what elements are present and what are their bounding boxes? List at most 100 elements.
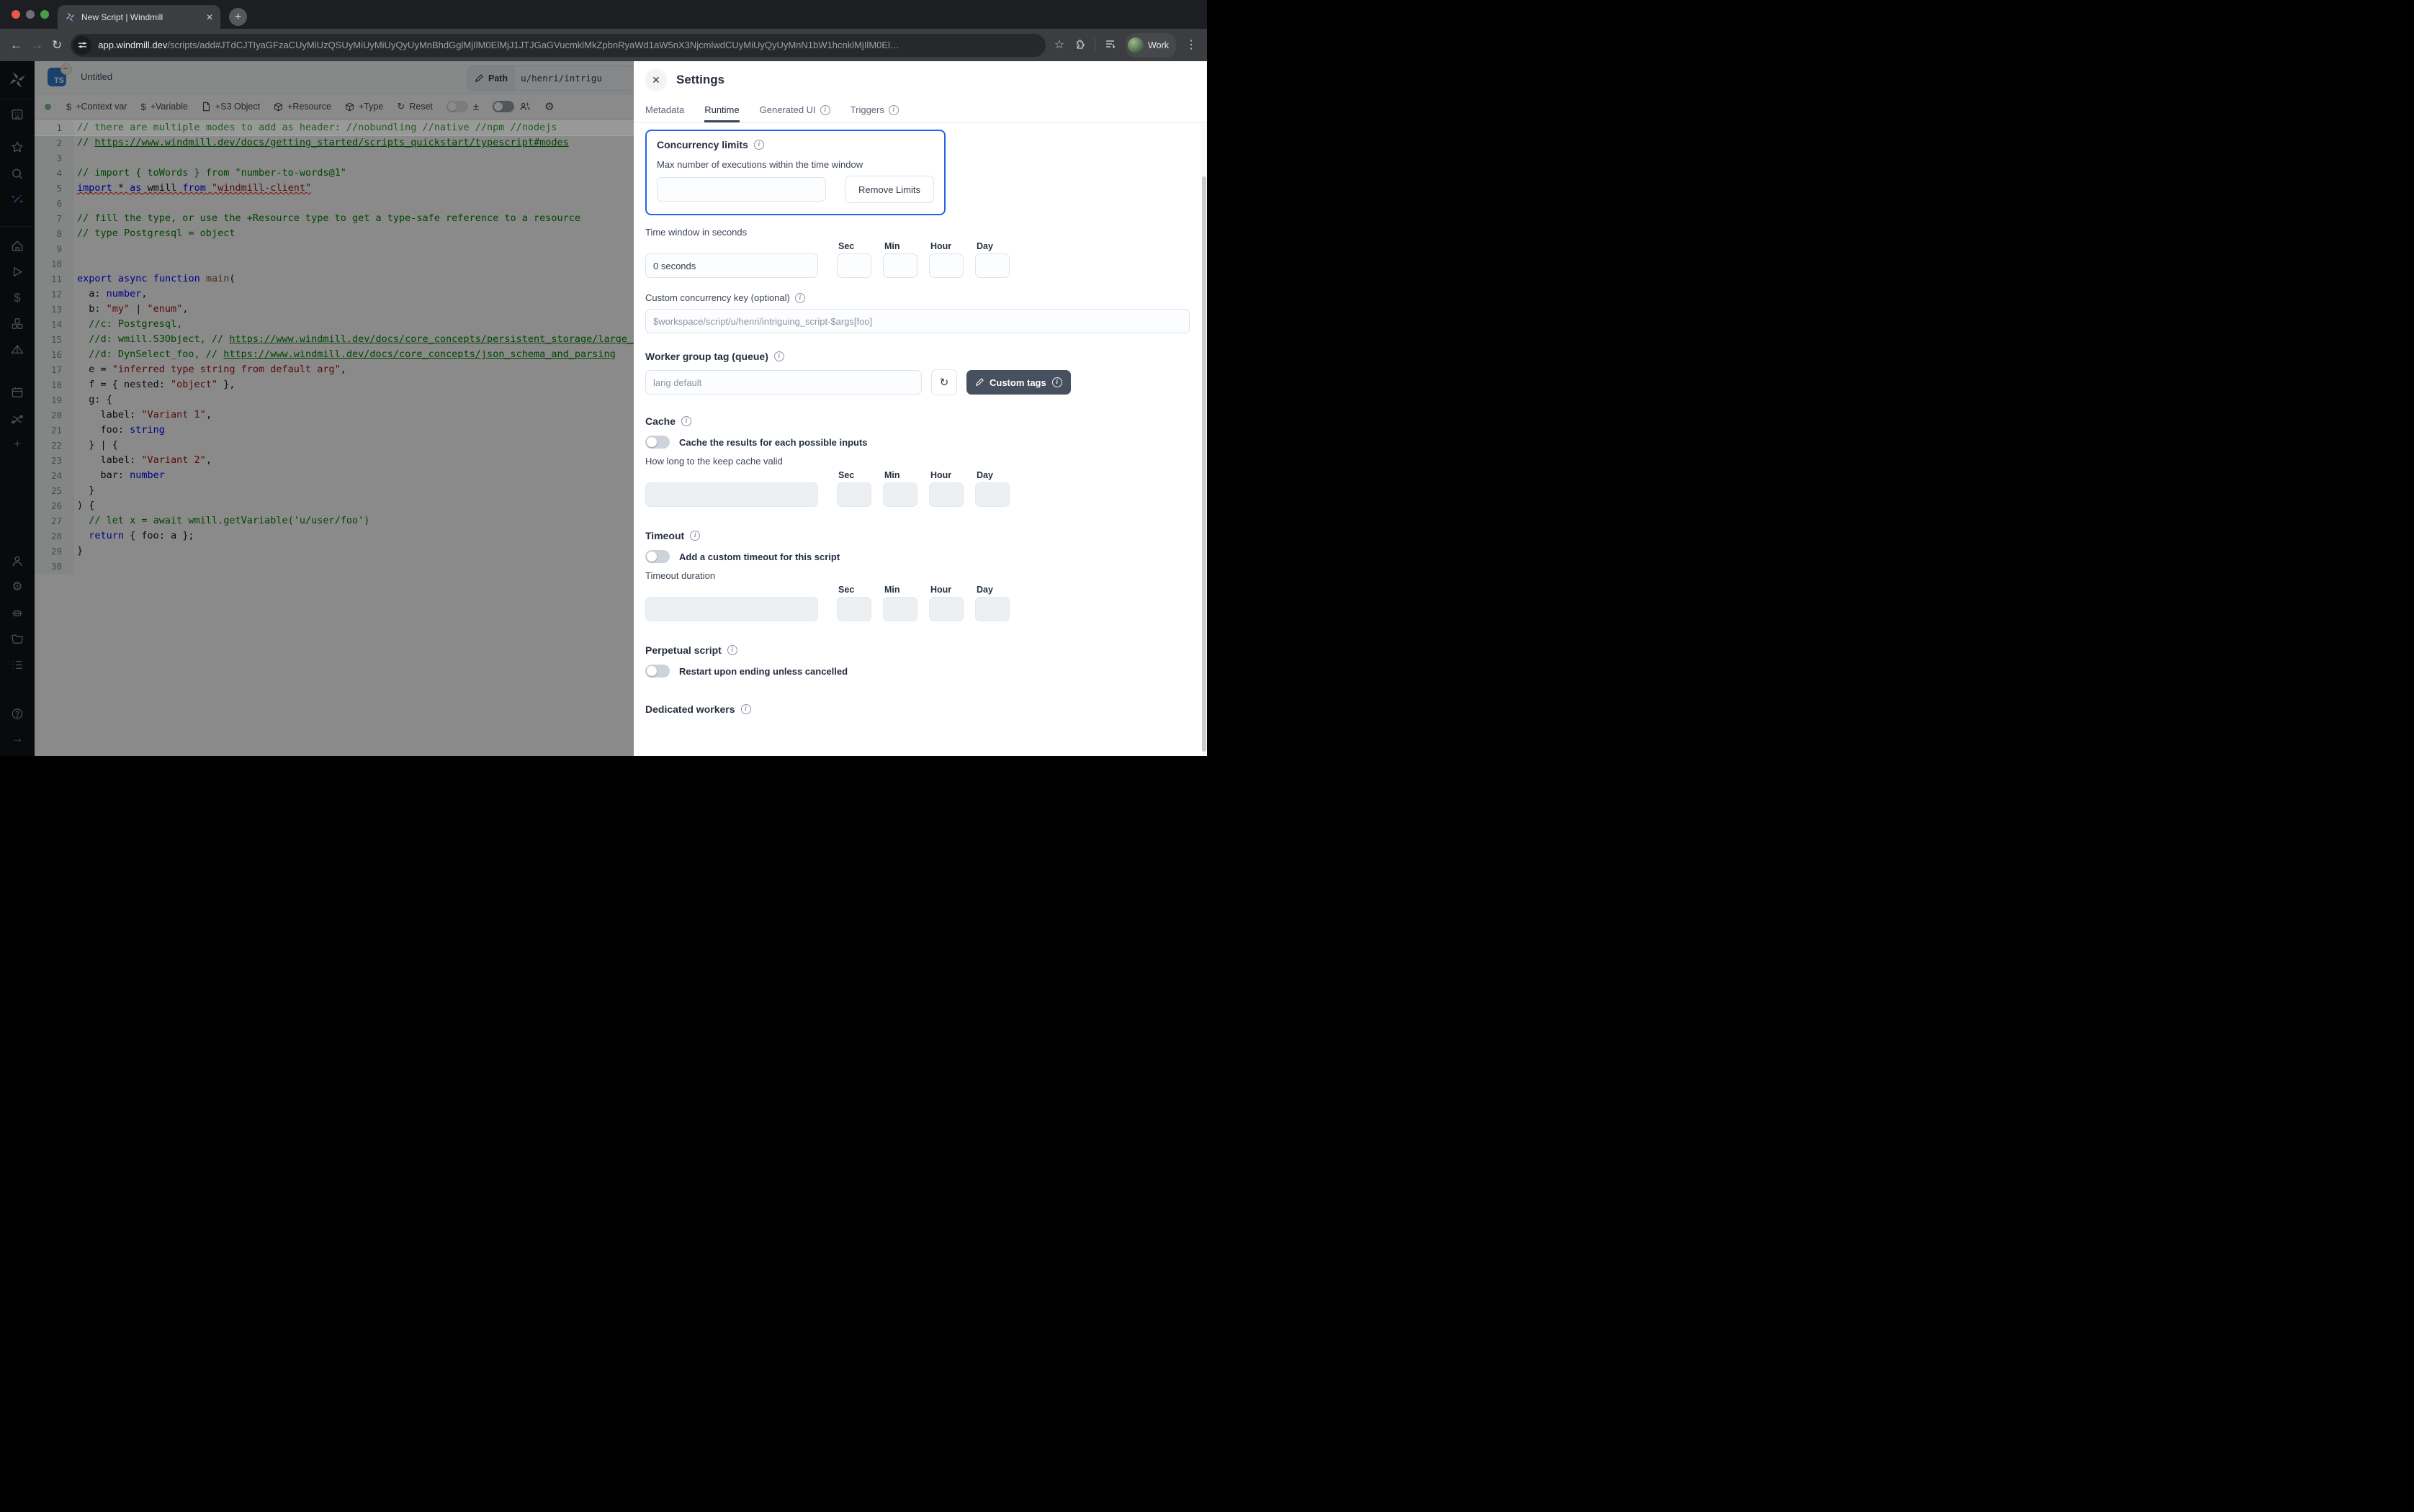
site-info-icon[interactable] <box>73 36 91 55</box>
unit-input-hour[interactable] <box>929 253 964 278</box>
cache-heading: Cachei <box>645 415 1190 427</box>
close-icon[interactable]: ✕ <box>645 69 667 91</box>
close-window-button[interactable] <box>12 10 20 19</box>
custom-key-label: Custom concurrency key (optional)i <box>645 292 1190 303</box>
minimize-window-button[interactable] <box>26 10 35 19</box>
unit-input-min <box>883 482 917 507</box>
unit-label: Hour <box>929 470 964 480</box>
new-tab-button[interactable]: + <box>229 8 247 26</box>
unit-label: Sec <box>837 470 871 480</box>
extensions-icon[interactable] <box>1074 38 1085 53</box>
tab-close-icon[interactable]: ✕ <box>206 13 213 22</box>
zoom-window-button[interactable] <box>40 10 49 19</box>
browser-window: New Script | Windmill ✕ + ← → ↻ app.wind… <box>0 0 1207 756</box>
unit-label: Min <box>883 470 917 480</box>
unit-input-day <box>975 597 1010 621</box>
unit-input-min <box>883 597 917 621</box>
timeout-heading: Timeouti <box>645 530 1190 541</box>
custom-tags-button[interactable]: Custom tagsi <box>966 370 1071 395</box>
timeout-toggle-label: Add a custom timeout for this script <box>679 552 840 562</box>
unit-input-day <box>975 482 1010 507</box>
unit-label: Day <box>975 241 1010 251</box>
tab-runtime[interactable]: Runtime <box>704 104 739 122</box>
refresh-icon[interactable]: ↻ <box>931 369 957 395</box>
cache-toggle[interactable] <box>645 436 670 449</box>
unit-input-sec[interactable] <box>837 253 871 278</box>
browser-profile-chip[interactable]: Work <box>1126 33 1176 58</box>
duration-main-input <box>645 597 818 621</box>
cache-toggle-label: Cache the results for each possible inpu… <box>679 437 868 448</box>
info-icon: i <box>741 704 751 714</box>
info-icon: i <box>690 531 700 541</box>
remove-limits-button[interactable]: Remove Limits <box>845 176 934 203</box>
info-icon: i <box>795 293 805 303</box>
browser-toolbar: ← → ↻ app.windmill.dev/scripts/add#JTdCJ… <box>0 29 1207 61</box>
custom-key-input[interactable]: $workspace/script/u/henri/intriguing_scr… <box>645 309 1190 333</box>
unit-label: Min <box>883 585 917 595</box>
unit-label: Hour <box>929 241 964 251</box>
tab-title: New Script | Windmill <box>81 12 200 22</box>
tab-triggers[interactable]: Triggersi <box>851 104 899 122</box>
unit-input-day[interactable] <box>975 253 1010 278</box>
unit-label: Hour <box>929 585 964 595</box>
address-bar[interactable]: app.windmill.dev/scripts/add#JTdCJTIyaGF… <box>71 34 1045 57</box>
profile-avatar <box>1128 37 1144 53</box>
browser-tab[interactable]: New Script | Windmill ✕ <box>58 5 220 29</box>
unit-input-sec <box>837 482 871 507</box>
back-icon[interactable]: ← <box>10 39 22 51</box>
perpetual-toggle-label: Restart upon ending unless cancelled <box>679 666 848 677</box>
duration-main-input[interactable]: 0 seconds <box>645 253 818 278</box>
tab-metadata[interactable]: Metadata <box>645 104 684 122</box>
time-window-duration-row: 0 seconds Sec Min Hour Day <box>645 241 1190 278</box>
settings-content: Concurrency limitsi Max number of execut… <box>634 123 1201 756</box>
unit-label: Min <box>883 241 917 251</box>
unit-label: Sec <box>837 585 871 595</box>
time-window-label: Time window in seconds <box>645 227 1190 238</box>
drawer-backdrop[interactable] <box>0 61 634 756</box>
unit-label: Day <box>975 470 1010 480</box>
max-executions-input[interactable] <box>657 177 826 202</box>
edit-pencil-icon <box>975 378 984 387</box>
timeout-duration-row: Sec Min Hour Day <box>645 585 1190 621</box>
info-icon: i <box>727 645 737 655</box>
settings-tabs: Metadata Runtime Generated UIi Triggersi <box>634 99 1207 123</box>
profile-name: Work <box>1148 40 1169 50</box>
timeout-duration-label: Timeout duration <box>645 570 1190 581</box>
browser-chrome: New Script | Windmill ✕ + ← → ↻ app.wind… <box>0 0 1207 61</box>
tab-generated-ui[interactable]: Generated UIi <box>760 104 830 122</box>
info-icon: i <box>754 140 764 150</box>
windmill-app: $ + ⚙ <box>0 61 1207 756</box>
info-icon: i <box>1052 377 1062 387</box>
concurrency-heading: Concurrency limitsi <box>657 139 934 150</box>
unit-input-hour <box>929 482 964 507</box>
unit-input-hour <box>929 597 964 621</box>
bookmark-star-icon[interactable]: ☆ <box>1054 40 1064 51</box>
timeout-toggle[interactable] <box>645 550 670 563</box>
unit-label: Day <box>975 585 1010 595</box>
perpetual-toggle[interactable] <box>645 665 670 678</box>
perpetual-heading: Perpetual scripti <box>645 644 1190 656</box>
info-icon: i <box>774 351 784 361</box>
browser-menu-kebab-icon[interactable]: ⋮ <box>1185 40 1197 51</box>
settings-panel: ✕ Settings Metadata Runtime Generated UI… <box>634 61 1207 756</box>
panel-scrollbar[interactable] <box>1201 123 1207 756</box>
forward-icon: → <box>31 39 43 51</box>
info-icon: i <box>681 416 691 426</box>
cache-duration-row: Sec Min Hour Day <box>645 470 1190 507</box>
cache-duration-label: How long to the keep cache valid <box>645 456 1190 467</box>
unit-input-min[interactable] <box>883 253 917 278</box>
reading-list-icon[interactable] <box>1105 38 1116 53</box>
window-controls <box>12 10 49 19</box>
panel-title: Settings <box>676 73 724 87</box>
duration-main-input <box>645 482 818 507</box>
dedicated-workers-heading: Dedicated workersi <box>645 703 1190 715</box>
windmill-favicon <box>65 12 76 22</box>
reload-icon[interactable]: ↻ <box>52 39 62 51</box>
worker-group-input[interactable]: lang default <box>645 370 922 395</box>
tab-strip: New Script | Windmill ✕ + <box>0 0 1207 29</box>
info-icon: i <box>889 105 899 115</box>
unit-label: Sec <box>837 241 871 251</box>
scrollbar-thumb[interactable] <box>1202 176 1206 752</box>
unit-input-sec <box>837 597 871 621</box>
url-text: app.windmill.dev/scripts/add#JTdCJTIyaGF… <box>98 40 899 50</box>
